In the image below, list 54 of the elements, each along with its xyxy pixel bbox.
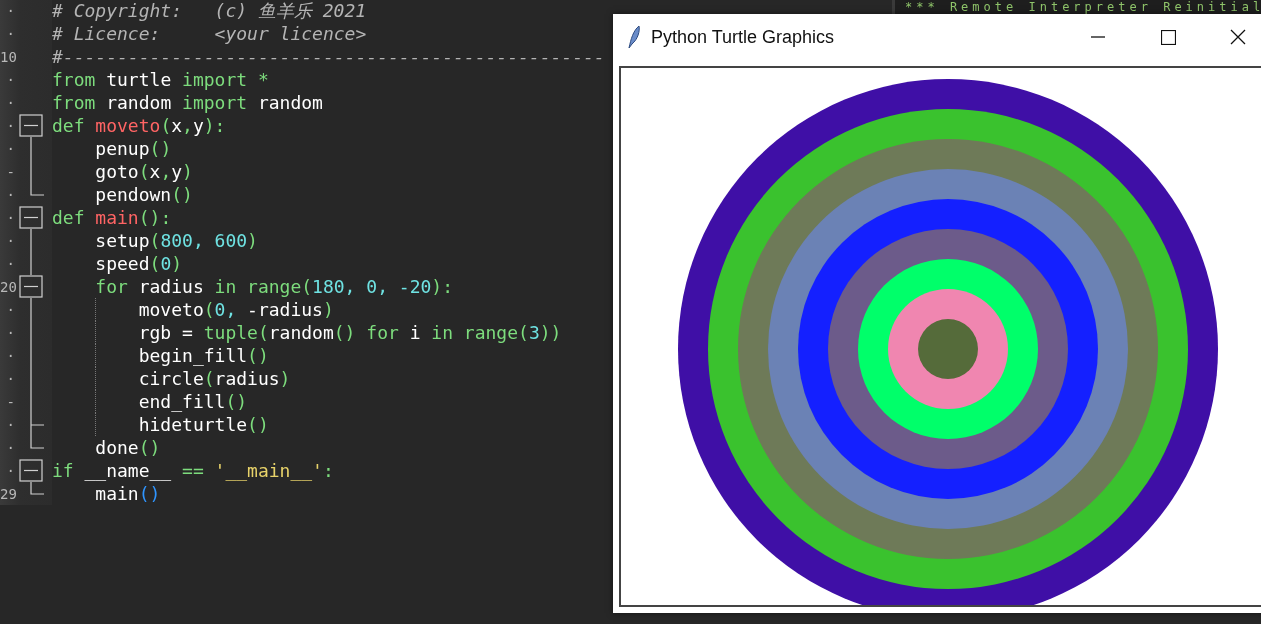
code-line: main(): [94, 482, 161, 505]
code-line: # Copyright: (c) 鱼羊乐 2021: [52, 0, 367, 22]
line-number: -: [5, 393, 15, 410]
line-number: ·: [5, 232, 15, 249]
line-number: -: [5, 163, 15, 180]
code-line: def main():: [52, 206, 172, 229]
code-line: end_fill(): [52, 390, 248, 413]
line-number: ·: [5, 117, 15, 134]
line-number: 20: [0, 278, 15, 295]
line-number: ·: [5, 416, 15, 433]
collapse-icon[interactable]: [19, 114, 43, 137]
code-line: # Licence: <your licence>: [52, 22, 367, 45]
code-line: from turtle import *: [52, 68, 269, 91]
code-line: goto(x,y): [94, 160, 193, 183]
code-line: pendown(): [94, 183, 193, 206]
shell-output: *** Remote Interpreter Reinitial: [905, 0, 1261, 14]
line-number: ·: [5, 301, 15, 318]
line-number: ·: [5, 186, 15, 203]
collapse-icon[interactable]: [19, 206, 43, 229]
line-number: 29: [0, 485, 15, 502]
line-number: ·: [5, 2, 15, 19]
code-line: setup(800, 600): [94, 229, 258, 252]
code-line: hideturtle(): [52, 413, 269, 436]
code-line: rgb = tuple(random() for i in range(3)): [52, 321, 562, 344]
code-line: from random import random: [52, 91, 323, 114]
window-title: Python Turtle Graphics: [651, 26, 836, 48]
code-line: moveto(0, -radius): [52, 298, 334, 321]
line-number: ·: [5, 324, 15, 341]
line-number: ·: [5, 71, 15, 88]
code-line: done(): [94, 436, 161, 459]
line-number: ·: [5, 94, 15, 111]
line-number: ·: [5, 370, 15, 387]
code-line: def moveto(x,y):: [52, 114, 226, 137]
line-number: ·: [5, 347, 15, 364]
line-number: ·: [5, 462, 15, 479]
code-line: penup(): [94, 137, 172, 160]
close-icon: [1230, 29, 1246, 45]
line-number: ·: [5, 209, 15, 226]
code-line: circle(radius): [52, 367, 291, 390]
line-number: 10: [0, 48, 15, 65]
code-line: speed(0): [94, 252, 183, 275]
collapse-icon[interactable]: [19, 459, 43, 482]
line-number: ·: [5, 255, 15, 272]
code-line: #--------------------------------------------------: [52, 45, 605, 68]
feather-icon: [627, 25, 641, 49]
line-number: ·: [5, 140, 15, 157]
code-line: for radius in range(180, 0, -20):: [94, 275, 453, 298]
code-line: begin_fill(): [52, 344, 269, 367]
maximize-icon: [1160, 29, 1176, 45]
minimize-icon: [1091, 36, 1105, 38]
code-line: if __name__ == '__main__':: [52, 459, 334, 482]
collapse-icon[interactable]: [19, 275, 43, 298]
line-number: ·: [5, 25, 15, 42]
line-number: ·: [5, 439, 15, 456]
